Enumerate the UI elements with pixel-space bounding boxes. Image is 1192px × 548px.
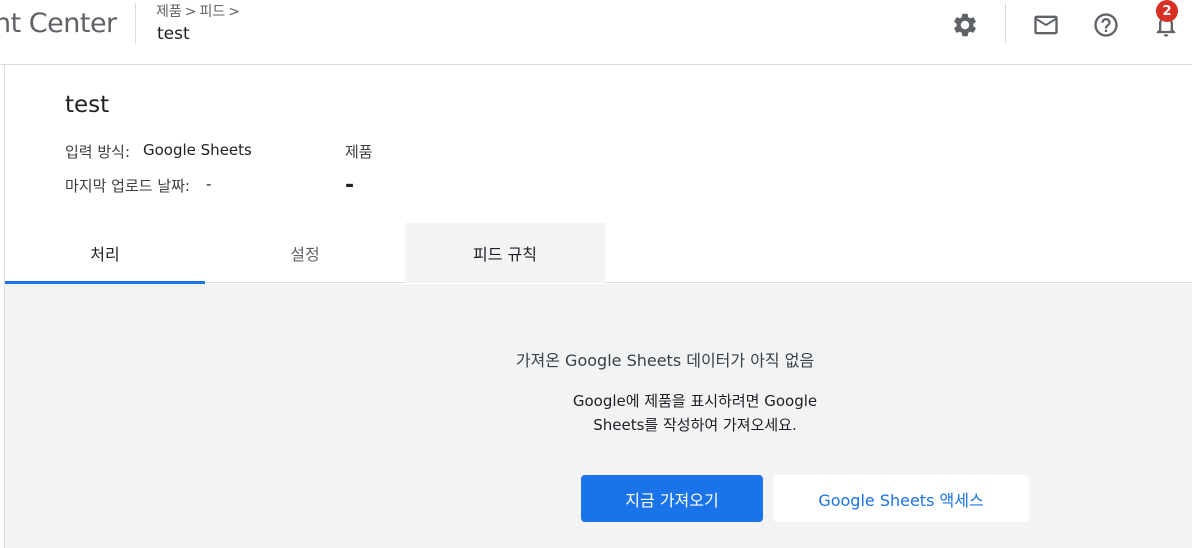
empty-state-description-line: Sheets를 작성하여 가져오세요. — [593, 416, 797, 434]
notification-count-badge: 2 — [1156, 0, 1178, 22]
import-now-button[interactable]: 지금 가져오기 — [581, 475, 763, 522]
messages-button[interactable] — [1026, 5, 1066, 45]
empty-state-description-line: Google에 제품을 표시하려면 Google — [572, 392, 818, 410]
header-divider — [1005, 3, 1006, 44]
last-upload-label: 마지막 업로드 날짜: — [65, 177, 190, 195]
breadcrumb: 제품 > 피드 > — [156, 1, 243, 21]
empty-state-panel: 가져온 Google Sheets 데이터가 아직 없음 Google에 제품을… — [5, 284, 1192, 548]
chevron-right-icon: > — [228, 4, 240, 20]
feed-type-value: - — [345, 173, 355, 198]
tab-settings[interactable]: 설정 — [205, 223, 405, 283]
feed-title: test — [65, 92, 110, 118]
tab-processing[interactable]: 처리 — [5, 223, 205, 284]
mail-icon — [1034, 15, 1058, 35]
app-title[interactable]: nt Center — [0, 8, 117, 39]
breadcrumb-item-products[interactable]: 제품 — [156, 4, 182, 20]
empty-state-description: Google에 제품을 표시하려면 Google Sheets를 작성하여 가져… — [545, 389, 845, 437]
empty-state-heading: 가져온 Google Sheets 데이터가 아직 없음 — [515, 351, 815, 370]
feed-detail-card: test 입력 방식: Google Sheets 마지막 업로드 날짜: - … — [4, 65, 1192, 548]
page-title: test — [157, 24, 190, 44]
feed-type-label: 제품 — [345, 143, 373, 161]
help-icon — [1094, 13, 1118, 37]
header-divider — [135, 3, 136, 44]
input-method-label: 입력 방식: — [65, 143, 131, 161]
gear-icon — [954, 13, 976, 37]
help-button[interactable] — [1086, 5, 1126, 45]
tab-bar: 처리 설정 피드 규칙 — [5, 223, 1192, 284]
chevron-right-icon: > — [184, 4, 197, 20]
open-google-sheets-button[interactable]: Google Sheets 액세스 — [773, 475, 1029, 522]
settings-button[interactable] — [945, 5, 985, 45]
input-method-value: Google Sheets — [143, 141, 252, 159]
last-upload-value: - — [206, 175, 212, 193]
tab-feed-rules[interactable]: 피드 규칙 — [405, 223, 605, 283]
top-app-bar: nt Center 제품 > 피드 > test 2 — [0, 0, 1192, 65]
breadcrumb-item-feeds[interactable]: 피드 — [200, 4, 226, 20]
